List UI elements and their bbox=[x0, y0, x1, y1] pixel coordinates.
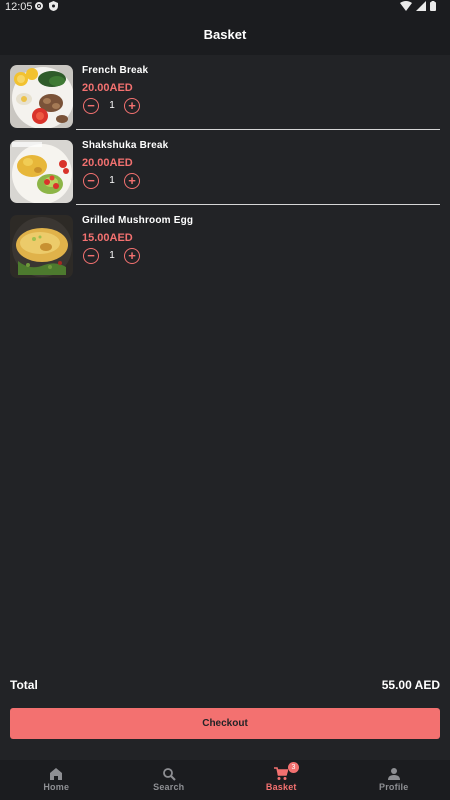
checkout-button[interactable]: Checkout bbox=[10, 708, 440, 739]
increase-quantity-button[interactable]: + bbox=[124, 248, 140, 264]
basket-item: Grilled Mushroom Egg 15.00AED − 1 + bbox=[0, 205, 450, 280]
bottom-navigation: Home Search 3 Basket Profile bbox=[0, 760, 450, 800]
total-row: Total 55.00 AED bbox=[10, 678, 440, 696]
nav-label: Search bbox=[153, 782, 185, 792]
status-time: 12:05 bbox=[5, 1, 33, 13]
page-title: Basket bbox=[203, 27, 247, 42]
signal-icon bbox=[416, 1, 426, 11]
nav-item-basket[interactable]: 3 Basket bbox=[225, 760, 338, 800]
nav-item-profile[interactable]: Profile bbox=[338, 760, 450, 800]
basket-item: French Break 20.00AED − 1 + bbox=[0, 55, 450, 130]
increase-quantity-button[interactable]: + bbox=[124, 98, 140, 114]
cart-count-badge: 3 bbox=[288, 762, 299, 773]
item-thumbnail bbox=[10, 65, 73, 128]
status-bar: 12:05 bbox=[0, 0, 450, 14]
search-icon bbox=[162, 768, 176, 781]
nav-item-home[interactable]: Home bbox=[0, 760, 113, 800]
nav-label: Basket bbox=[265, 782, 297, 792]
nav-item-search[interactable]: Search bbox=[113, 760, 226, 800]
shield-icon bbox=[49, 1, 58, 11]
total-value: 55.00 AED bbox=[381, 678, 440, 692]
item-name: Grilled Mushroom Egg bbox=[82, 215, 194, 226]
item-name: Shakshuka Break bbox=[82, 140, 169, 151]
item-thumbnail bbox=[10, 215, 73, 278]
decrease-quantity-button[interactable]: − bbox=[83, 173, 99, 189]
item-price: 20.00AED bbox=[82, 157, 133, 169]
person-icon bbox=[387, 768, 400, 780]
decrease-quantity-button[interactable]: − bbox=[83, 248, 99, 264]
quantity-value: 1 bbox=[109, 250, 115, 261]
item-price: 15.00AED bbox=[82, 232, 133, 244]
nav-label: Home bbox=[43, 782, 70, 792]
battery-icon bbox=[430, 1, 436, 11]
cart-icon bbox=[274, 767, 289, 780]
app-bar: Basket bbox=[0, 14, 450, 55]
nav-label: Profile bbox=[379, 782, 409, 792]
home-icon bbox=[50, 768, 63, 780]
quantity-value: 1 bbox=[109, 175, 115, 186]
decrease-quantity-button[interactable]: − bbox=[83, 98, 99, 114]
total-label: Total bbox=[10, 678, 38, 692]
settings-icon bbox=[35, 2, 43, 10]
increase-quantity-button[interactable]: + bbox=[124, 173, 140, 189]
item-name: French Break bbox=[82, 65, 149, 76]
basket-item: Shakshuka Break 20.00AED − 1 + bbox=[0, 130, 450, 205]
quantity-value: 1 bbox=[109, 100, 115, 111]
wifi-icon bbox=[400, 1, 412, 11]
item-price: 20.00AED bbox=[82, 82, 133, 94]
item-thumbnail bbox=[10, 140, 73, 203]
